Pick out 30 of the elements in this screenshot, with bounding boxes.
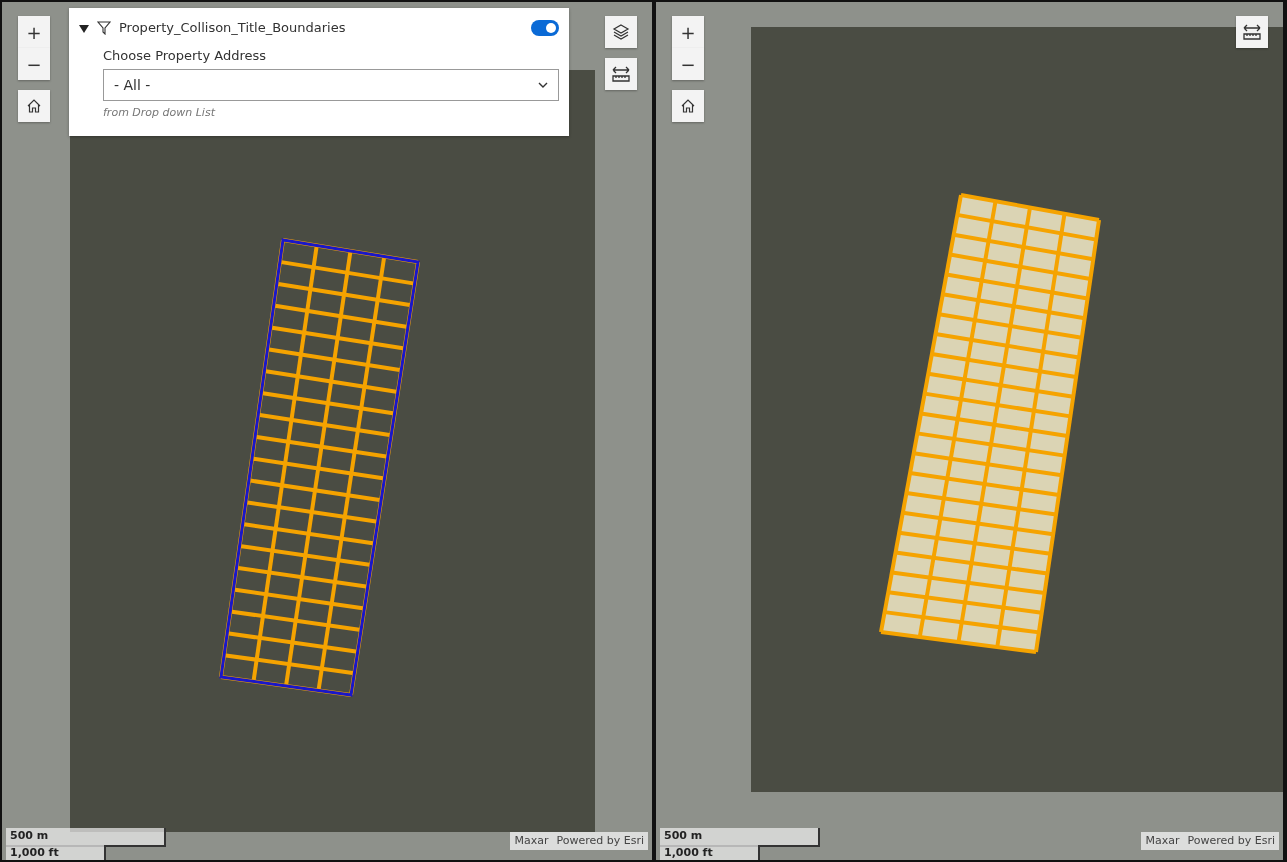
measure-icon	[1242, 23, 1262, 41]
scale-bar-metric: 500 m	[6, 828, 166, 847]
chevron-icon	[538, 82, 548, 88]
filter-icon	[97, 20, 111, 35]
home-button[interactable]	[18, 90, 50, 122]
attribution-text: Powered by Esri	[556, 832, 644, 849]
zoom-in-button[interactable]: +	[672, 16, 704, 48]
home-button[interactable]	[672, 90, 704, 122]
toggle-switch[interactable]	[531, 19, 559, 36]
scale-bar-metric: 500 m	[660, 828, 820, 847]
layers-button[interactable]	[605, 16, 637, 48]
attribution-text: Maxar	[1145, 832, 1180, 849]
hint-text: from Drop down List	[103, 105, 217, 121]
scale-bar-imperial: 1,000 ft	[660, 845, 760, 860]
caret-icon	[79, 24, 89, 33]
home-icon	[680, 98, 696, 114]
home-icon	[26, 98, 42, 114]
address-dropdown[interactable]: - All -	[103, 69, 559, 101]
measure-icon	[611, 65, 631, 83]
attribution-text: Maxar	[514, 832, 549, 849]
zoom-out-button[interactable]: −	[672, 48, 704, 80]
zoom-out-button[interactable]: −	[18, 48, 50, 80]
attribution-text: Powered by Esri	[1187, 832, 1275, 849]
layer-name: Property_Collison_Title_Boundaries	[119, 19, 347, 37]
measure-button[interactable]	[1236, 16, 1268, 48]
layers-icon	[612, 23, 630, 41]
zoom-in-button[interactable]: +	[18, 16, 50, 48]
field-label: Choose Property Address	[103, 46, 268, 65]
measure-button[interactable]	[605, 58, 637, 90]
scale-bar-imperial: 1,000 ft	[6, 845, 106, 860]
